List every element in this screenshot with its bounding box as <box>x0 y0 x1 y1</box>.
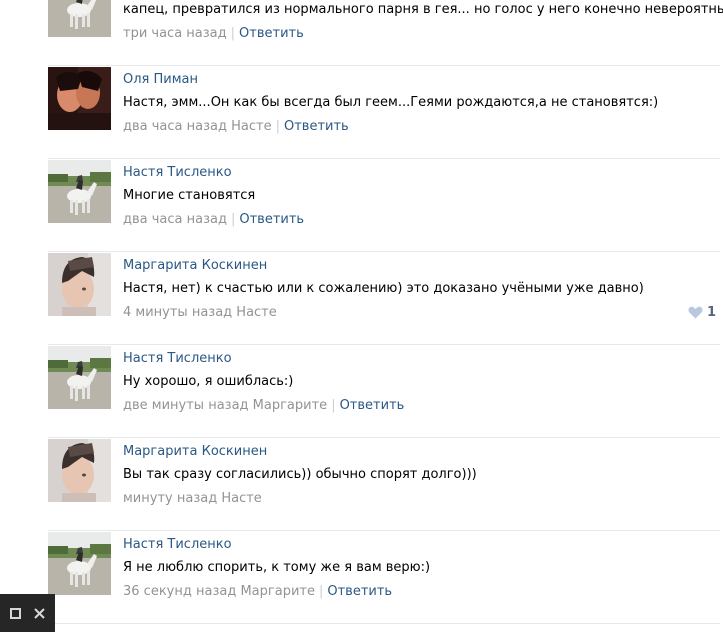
comment-author[interactable]: Оля Пиман <box>123 72 198 87</box>
reply-link[interactable]: Ответить <box>284 119 349 134</box>
comment-text: Многие становятся <box>123 188 256 203</box>
comment-item: Настя Тисленкокапец, превратился из норм… <box>48 0 723 66</box>
like-count: 1 <box>706 305 716 320</box>
meta-separator: | <box>230 212 236 227</box>
comment-item: Оля Пиман Настя, эмм...Он как бы всегда б… <box>48 67 720 159</box>
like-button[interactable]: 1 <box>688 305 716 320</box>
comment-text: Ну хорошо, я ошиблась:) <box>123 374 294 389</box>
comment-time[interactable]: минуту назад <box>123 491 217 506</box>
horse-rider-avatar[interactable] <box>48 160 111 223</box>
heart-icon <box>688 306 703 319</box>
meta-separator: | <box>230 26 236 41</box>
comment-item: Настя Тисленко Многие становятся два часа … <box>48 160 720 252</box>
comment-item: Настя Тисленко Ну хорошо, я ошиблась:) две… <box>48 346 720 438</box>
comment-meta: 36 секунд назад Маргарите | Ответить <box>123 584 392 599</box>
reply-link[interactable]: Ответить <box>239 212 304 227</box>
reply-to-name[interactable]: Маргарите <box>253 398 328 413</box>
comment-author[interactable]: Маргарита Коскинен <box>123 444 267 459</box>
comment-meta: два часа назад | Ответить <box>123 212 304 227</box>
comment-meta: три часа назад | Ответить <box>123 26 304 41</box>
mohawk-portrait-avatar[interactable] <box>48 253 111 316</box>
comment-time[interactable]: 4 минуты назад <box>123 305 232 320</box>
comment-meta: два часа назад Насте | Ответить <box>123 119 349 134</box>
comment-time[interactable]: два часа назад <box>123 119 227 134</box>
maximize-icon[interactable] <box>9 606 23 620</box>
close-icon[interactable] <box>32 606 46 620</box>
comment-item: Маргарита Коскинен Вы так сразу согласили… <box>48 439 720 531</box>
horse-rider-avatar[interactable] <box>48 532 111 595</box>
mohawk-portrait-avatar[interactable] <box>48 439 111 502</box>
comment-author[interactable]: Настя Тисленко <box>123 165 232 180</box>
comment-text: Настя, эмм...Он как бы всегда был геем..… <box>123 95 659 110</box>
reply-to-name[interactable]: Насте <box>221 491 261 506</box>
comment-text: капец, превратился из нормального парня … <box>123 2 723 17</box>
comment-time[interactable]: два часа назад <box>123 212 227 227</box>
comment-meta: 4 минуты назад Насте <box>123 305 277 320</box>
comment-item: Настя Тисленко Я не люблю спорить, к тому… <box>48 532 720 624</box>
reply-link[interactable]: Ответить <box>340 398 405 413</box>
comment-time[interactable]: три часа назад <box>123 26 227 41</box>
comment-time[interactable]: 36 секунд назад <box>123 584 236 599</box>
reply-to-name[interactable]: Насте <box>231 119 271 134</box>
reply-to-name[interactable]: Насте <box>236 305 276 320</box>
comment-author[interactable]: Настя Тисленко <box>123 537 232 552</box>
comment-item: Маргарита Коскинен Настя, нет) к счастью … <box>48 253 720 345</box>
horse-rider-avatar[interactable] <box>48 346 111 409</box>
meta-separator: | <box>275 119 280 134</box>
comment-meta: минуту назад Насте <box>123 491 262 506</box>
horse-rider-avatar[interactable] <box>48 0 111 37</box>
reply-link[interactable]: Ответить <box>239 26 304 41</box>
comment-meta: две минуты назад Маргарите | Ответить <box>123 398 404 413</box>
meta-separator: | <box>331 398 336 413</box>
reply-to-name[interactable]: Маргарите <box>240 584 315 599</box>
reply-link[interactable]: Ответить <box>327 584 392 599</box>
comment-text: Я не люблю спорить, к тому же я вам верю… <box>123 560 431 575</box>
comment-text: Настя, нет) к счастью или к сожалению) э… <box>123 281 644 296</box>
couple-photo-avatar[interactable] <box>48 67 111 130</box>
comment-author[interactable]: Маргарита Коскинен <box>123 258 267 273</box>
comment-text: Вы так сразу согласились)) обычно спорят… <box>123 467 477 482</box>
comment-author[interactable]: Настя Тисленко <box>123 351 232 366</box>
comment-time[interactable]: две минуты назад <box>123 398 249 413</box>
floating-toolbar <box>0 594 55 632</box>
meta-separator: | <box>318 584 324 599</box>
